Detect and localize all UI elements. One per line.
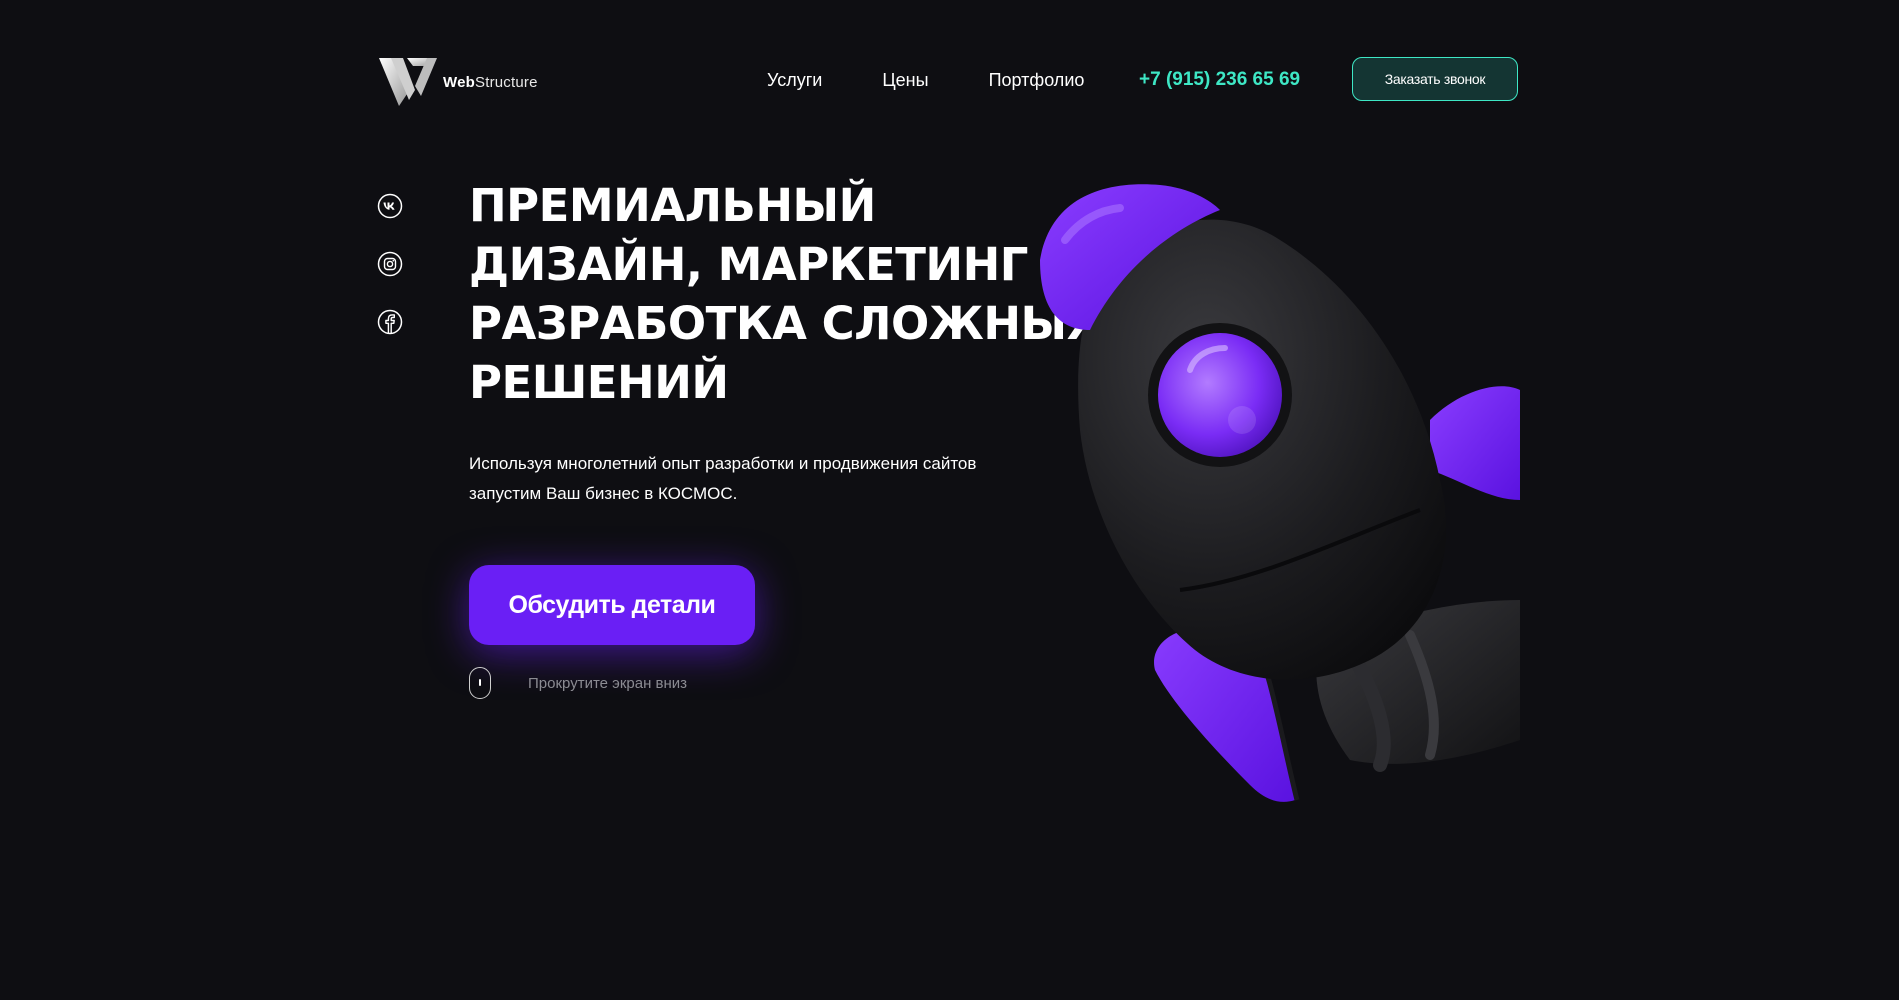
facebook-icon[interactable] <box>377 309 403 335</box>
instagram-icon[interactable] <box>377 251 403 277</box>
nav-link-portfolio[interactable]: Портфолио <box>989 68 1085 92</box>
hero-title: ПРЕМИАЛЬНЫЙ ДИЗАЙН, МАРКЕТИНГ И РАЗРАБОТ… <box>469 176 1101 412</box>
hero-subtitle-line: запустим Ваш бизнес в КОСМОС. <box>469 484 738 503</box>
rocket-illustration <box>1040 184 1520 802</box>
order-call-button[interactable]: Заказать звонок <box>1352 57 1518 101</box>
logo-text: WebStructure <box>443 73 538 91</box>
nav-link-prices[interactable]: Цены <box>882 68 928 92</box>
nav-link-services[interactable]: Услуги <box>767 68 822 92</box>
hero-title-line: РАЗРАБОТКА СЛОЖНЫХ <box>469 297 1101 350</box>
logo-mark-icon <box>379 58 437 106</box>
main-nav: Услуги Цены Портфолио <box>767 68 1144 92</box>
hero-title-line: РЕШЕНИЙ <box>469 356 729 409</box>
phone-link[interactable]: +7 (915) 236 65 69 <box>1139 68 1300 92</box>
social-links <box>377 193 403 367</box>
vk-icon[interactable] <box>377 193 403 219</box>
mouse-icon <box>469 667 491 699</box>
hero-title-line: ПРЕМИАЛЬНЫЙ <box>469 179 876 232</box>
scroll-hint-text: Прокрутите экран вниз <box>528 674 688 692</box>
landing-page: WebStructure Услуги Цены Портфолио +7 (9… <box>0 0 1899 1000</box>
discuss-details-button[interactable]: Обсудить детали <box>469 565 755 645</box>
hero-title-line: ДИЗАЙН, МАРКЕТИНГ И <box>469 238 1081 291</box>
hero-subtitle: Используя многолетний опыт разработки и … <box>469 449 1029 509</box>
hero-subtitle-line: Используя многолетний опыт разработки и … <box>469 454 977 473</box>
scroll-hint[interactable]: Прокрутите экран вниз <box>469 667 687 699</box>
logo[interactable]: WebStructure <box>377 56 538 108</box>
